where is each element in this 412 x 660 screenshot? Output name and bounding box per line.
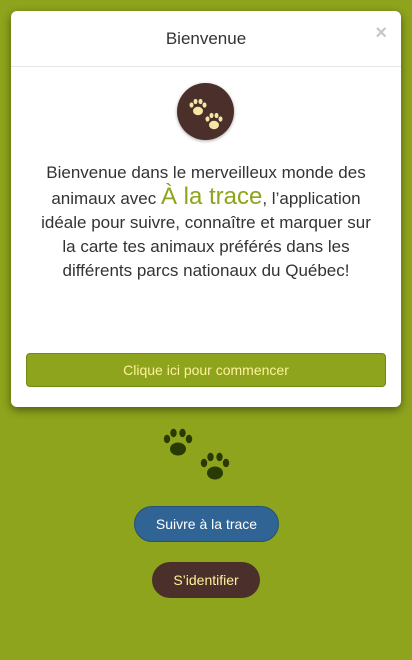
modal-header: Bienvenue × — [11, 11, 401, 67]
modal-title: Bienvenue — [165, 29, 247, 48]
follow-trace-button[interactable]: Suivre à la trace — [134, 506, 279, 542]
paw-logo-icon — [177, 83, 234, 140]
close-icon[interactable]: × — [375, 23, 387, 43]
start-button[interactable]: Clique ici pour commencer — [26, 353, 386, 387]
welcome-message: Bienvenue dans le merveilleux monde des … — [35, 161, 377, 283]
login-button[interactable]: S’identifier — [152, 562, 260, 598]
welcome-modal: Bienvenue × Bienvenue dans le merveilleu… — [11, 11, 401, 407]
brand-name: À la trace — [160, 183, 263, 210]
paw-prints-icon — [160, 424, 234, 482]
